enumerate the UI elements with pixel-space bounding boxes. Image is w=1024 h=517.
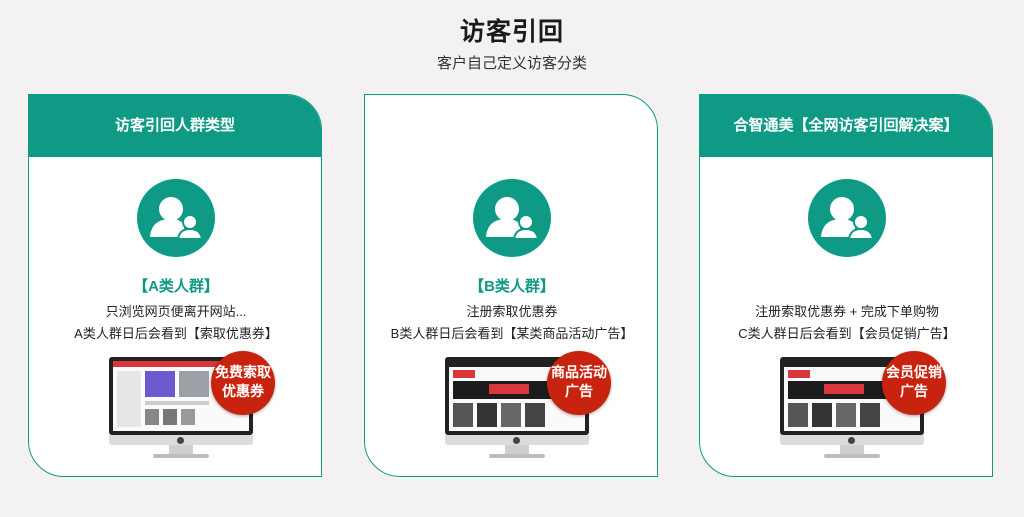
description-line-2: C类人群日后会看到【会员促销广告】 [738,326,956,341]
user-group-icon [137,179,215,257]
page-subtitle: 客户自己定义访客分类 [436,55,587,72]
badge-line-1: 免费索取 [215,364,271,380]
description-line-1: 只浏览网页便离开网站... [105,304,247,319]
page-title: 访客引回 [459,18,564,46]
promo-badge: 商品活动 广告 [547,351,611,415]
badge-line-1: 会员促销 [886,364,942,380]
promo-badge: 会员促销 广告 [882,351,946,415]
card-b: 【B类人群】 注册索取优惠券 B类人群日后会看到【某类商品活动广告】 商品活动 … [364,94,658,477]
promo-badge: 免费索取 优惠券 [211,351,275,415]
user-group-icon [473,179,551,257]
badge-line-2: 广告 [900,383,928,399]
description-line-2: A类人群日后会看到【索取优惠券】 [74,326,278,341]
card-c: 合智通美【全网访客引回解决案】 注册索取优惠券 + 完成下单购物 C类人群日后会… [699,94,993,477]
group-label: 【B类人群】 [469,278,555,295]
card-a-heading: 访客引回人群类型 [29,95,321,157]
user-group-icon [808,179,886,257]
group-label: 【A类人群】 [133,278,219,295]
badge-line-2: 优惠券 [222,383,264,399]
badge-line-2: 广告 [565,383,593,399]
description-line-2: B类人群日后会看到【某类商品活动广告】 [390,326,634,341]
card-a: 访客引回人群类型 【A类人群】 只浏览网页便离开网站... A类人群日后会看到【… [28,94,322,477]
card-c-heading: 合智通美【全网访客引回解决案】 [700,95,992,157]
card-b-heading [365,95,657,157]
badge-line-1: 商品活动 [551,364,607,380]
description-line-1: 注册索取优惠券 + 完成下单购物 [755,304,939,319]
description-line-1: 注册索取优惠券 [466,304,558,319]
